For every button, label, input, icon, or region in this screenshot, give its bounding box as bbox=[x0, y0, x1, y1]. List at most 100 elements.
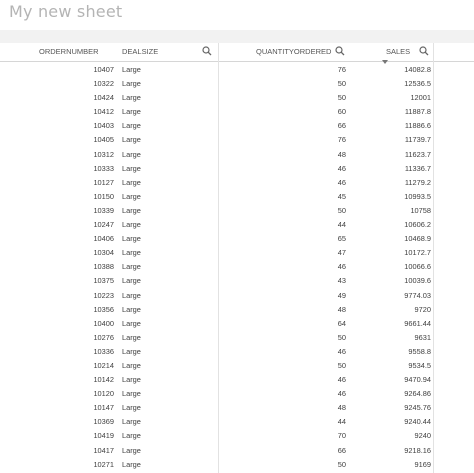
cell-quantityordered[interactable]: 48 bbox=[338, 303, 346, 317]
table-row[interactable]: 10322 Large 50 12536.5 bbox=[0, 77, 474, 91]
cell-ordernumber[interactable]: 10424 bbox=[93, 91, 114, 105]
cell-ordernumber[interactable]: 10417 bbox=[93, 444, 114, 458]
cell-quantityordered[interactable]: 50 bbox=[338, 458, 346, 472]
table-row[interactable]: 10304 Large 47 10172.7 bbox=[0, 246, 474, 260]
cell-quantityordered[interactable]: 50 bbox=[338, 204, 346, 218]
table-row[interactable]: 10147 Large 48 9245.76 bbox=[0, 401, 474, 415]
cell-quantityordered[interactable]: 44 bbox=[338, 415, 346, 429]
cell-ordernumber[interactable]: 10271 bbox=[93, 458, 114, 472]
cell-ordernumber[interactable]: 10412 bbox=[93, 105, 114, 119]
table-row[interactable]: 10223 Large 49 9774.03 bbox=[0, 289, 474, 303]
table-row[interactable]: 10336 Large 46 9558.8 bbox=[0, 345, 474, 359]
cell-dealsize[interactable]: Large bbox=[122, 387, 141, 401]
cell-sales[interactable]: 11886.6 bbox=[405, 119, 431, 133]
search-icon[interactable] bbox=[335, 46, 345, 56]
cell-ordernumber[interactable]: 10223 bbox=[93, 289, 114, 303]
cell-sales[interactable]: 9661.44 bbox=[404, 317, 431, 331]
cell-ordernumber[interactable]: 10147 bbox=[93, 401, 114, 415]
header-ordernumber[interactable]: ORDERNUMBER bbox=[39, 43, 99, 61]
cell-sales[interactable]: 10758 bbox=[410, 204, 431, 218]
cell-quantityordered[interactable]: 50 bbox=[338, 77, 346, 91]
cell-dealsize[interactable]: Large bbox=[122, 133, 141, 147]
cell-sales[interactable]: 9264.86 bbox=[404, 387, 431, 401]
table-row[interactable]: 10375 Large 43 10039.6 bbox=[0, 274, 474, 288]
table-row[interactable]: 10247 Large 44 10606.2 bbox=[0, 218, 474, 232]
table-row[interactable]: 10142 Large 46 9470.94 bbox=[0, 373, 474, 387]
cell-dealsize[interactable]: Large bbox=[122, 260, 141, 274]
cell-dealsize[interactable]: Large bbox=[122, 274, 141, 288]
table-row[interactable]: 10406 Large 65 10468.9 bbox=[0, 232, 474, 246]
cell-sales[interactable]: 9558.8 bbox=[408, 345, 431, 359]
cell-ordernumber[interactable]: 10333 bbox=[93, 162, 114, 176]
table-row[interactable]: 10400 Large 64 9661.44 bbox=[0, 317, 474, 331]
cell-dealsize[interactable]: Large bbox=[122, 204, 141, 218]
cell-quantityordered[interactable]: 49 bbox=[338, 289, 346, 303]
cell-ordernumber[interactable]: 10356 bbox=[93, 303, 114, 317]
cell-quantityordered[interactable]: 65 bbox=[338, 232, 346, 246]
cell-ordernumber[interactable]: 10247 bbox=[93, 218, 114, 232]
cell-sales[interactable]: 12001 bbox=[410, 91, 431, 105]
cell-ordernumber[interactable]: 10405 bbox=[93, 133, 114, 147]
cell-dealsize[interactable]: Large bbox=[122, 190, 141, 204]
cell-quantityordered[interactable]: 44 bbox=[338, 218, 346, 232]
table-row[interactable]: 10403 Large 66 11886.6 bbox=[0, 119, 474, 133]
table-row[interactable]: 10388 Large 46 10066.6 bbox=[0, 260, 474, 274]
table-row[interactable]: 10127 Large 46 11279.2 bbox=[0, 176, 474, 190]
cell-dealsize[interactable]: Large bbox=[122, 91, 141, 105]
cell-ordernumber[interactable]: 10336 bbox=[93, 345, 114, 359]
cell-dealsize[interactable]: Large bbox=[122, 105, 141, 119]
cell-dealsize[interactable]: Large bbox=[122, 359, 141, 373]
cell-ordernumber[interactable]: 10375 bbox=[93, 274, 114, 288]
cell-quantityordered[interactable]: 46 bbox=[338, 345, 346, 359]
search-icon[interactable] bbox=[419, 46, 429, 56]
cell-dealsize[interactable]: Large bbox=[122, 415, 141, 429]
cell-sales[interactable]: 11739.7 bbox=[405, 133, 431, 147]
cell-ordernumber[interactable]: 10339 bbox=[93, 204, 114, 218]
cell-ordernumber[interactable]: 10142 bbox=[93, 373, 114, 387]
cell-sales[interactable]: 10039.6 bbox=[404, 274, 431, 288]
cell-quantityordered[interactable]: 60 bbox=[338, 105, 346, 119]
cell-ordernumber[interactable]: 10150 bbox=[93, 190, 114, 204]
table-row[interactable]: 10412 Large 60 11887.8 bbox=[0, 105, 474, 119]
cell-sales[interactable]: 11279.2 bbox=[405, 176, 431, 190]
cell-ordernumber[interactable]: 10127 bbox=[93, 176, 114, 190]
cell-ordernumber[interactable]: 10369 bbox=[93, 415, 114, 429]
cell-dealsize[interactable]: Large bbox=[122, 176, 141, 190]
cell-ordernumber[interactable]: 10276 bbox=[93, 331, 114, 345]
table-row[interactable]: 10405 Large 76 11739.7 bbox=[0, 133, 474, 147]
table-row[interactable]: 10407 Large 76 14082.8 bbox=[0, 63, 474, 77]
cell-ordernumber[interactable]: 10120 bbox=[93, 387, 114, 401]
cell-dealsize[interactable]: Large bbox=[122, 162, 141, 176]
cell-quantityordered[interactable]: 46 bbox=[338, 373, 346, 387]
cell-quantityordered[interactable]: 76 bbox=[338, 133, 346, 147]
table-row[interactable]: 10333 Large 46 11336.7 bbox=[0, 162, 474, 176]
cell-ordernumber[interactable]: 10304 bbox=[93, 246, 114, 260]
cell-quantityordered[interactable]: 46 bbox=[338, 387, 346, 401]
cell-sales[interactable]: 10172.7 bbox=[404, 246, 431, 260]
cell-dealsize[interactable]: Large bbox=[122, 246, 141, 260]
cell-ordernumber[interactable]: 10312 bbox=[93, 148, 114, 162]
cell-dealsize[interactable]: Large bbox=[122, 429, 141, 443]
header-sales[interactable]: SALES bbox=[386, 43, 410, 61]
cell-quantityordered[interactable]: 66 bbox=[338, 119, 346, 133]
table-row[interactable]: 10356 Large 48 9720 bbox=[0, 303, 474, 317]
cell-quantityordered[interactable]: 43 bbox=[338, 274, 346, 288]
cell-quantityordered[interactable]: 48 bbox=[338, 401, 346, 415]
cell-sales[interactable]: 14082.8 bbox=[404, 63, 431, 77]
cell-dealsize[interactable]: Large bbox=[122, 345, 141, 359]
cell-quantityordered[interactable]: 45 bbox=[338, 190, 346, 204]
table-row[interactable]: 10339 Large 50 10758 bbox=[0, 204, 474, 218]
table-row[interactable]: 10120 Large 46 9264.86 bbox=[0, 387, 474, 401]
cell-ordernumber[interactable]: 10388 bbox=[93, 260, 114, 274]
cell-dealsize[interactable]: Large bbox=[122, 331, 141, 345]
cell-sales[interactable]: 11623.7 bbox=[405, 148, 431, 162]
cell-quantityordered[interactable]: 50 bbox=[338, 331, 346, 345]
cell-sales[interactable]: 9534.5 bbox=[408, 359, 431, 373]
cell-quantityordered[interactable]: 46 bbox=[338, 260, 346, 274]
cell-quantityordered[interactable]: 70 bbox=[338, 429, 346, 443]
cell-ordernumber[interactable]: 10403 bbox=[93, 119, 114, 133]
cell-ordernumber[interactable]: 10407 bbox=[93, 63, 114, 77]
cell-sales[interactable]: 9631 bbox=[415, 331, 431, 345]
header-dealsize[interactable]: DEALSIZE bbox=[122, 43, 158, 61]
table-row[interactable]: 10150 Large 45 10993.5 bbox=[0, 190, 474, 204]
